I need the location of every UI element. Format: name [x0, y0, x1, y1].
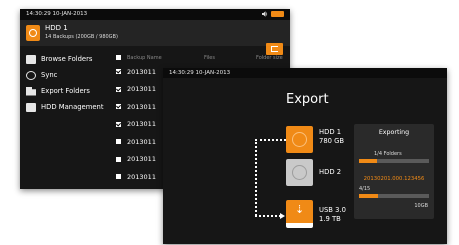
panel-title: Exporting [378, 129, 410, 136]
row-checkbox[interactable] [116, 69, 121, 75]
hdd-header[interactable]: HDD 1 14 Backups (200GB / 980GB) [20, 20, 290, 46]
files-progress-bar [359, 194, 429, 198]
transfer-path-line [255, 215, 281, 217]
transfer-path-line [255, 139, 286, 141]
status-time: 14:30:29 10-JAN-2013 [26, 11, 88, 17]
device-name: HDD 2 [319, 168, 342, 176]
menu-item-label: HDD Management [41, 103, 104, 111]
backup-name: 2013011 [127, 85, 156, 94]
export-folder-icon [26, 86, 36, 96]
usb-icon: ⇣ [295, 203, 305, 216]
folders-progress-text: 1/4 Folders [374, 151, 402, 157]
menu-item-browse-folders[interactable]: Browse Folders [26, 51, 110, 67]
folder-icon [26, 54, 36, 64]
column-header-name: Backup Name [127, 54, 162, 61]
hdd-name: HDD 1 [45, 24, 68, 32]
device-name: USB 3.0 [319, 206, 346, 214]
device-hdd2-button[interactable] [286, 159, 313, 186]
backup-name: 2013011 [127, 155, 156, 164]
sync-icon [26, 70, 36, 80]
status-bar: 14:30:29 10-JAN-2013 [20, 9, 290, 20]
menu-item-label: Sync [41, 71, 58, 79]
transfer-arrow-icon [280, 213, 285, 219]
battery-icon [271, 11, 284, 17]
row-checkbox[interactable] [116, 121, 121, 127]
hdd-icon [26, 102, 36, 112]
backup-name: 2013011 [127, 67, 156, 76]
transfer-path-line [255, 139, 257, 216]
row-checkbox[interactable] [116, 156, 121, 162]
select-all-checkbox[interactable] [116, 55, 121, 60]
device-hdd1-button[interactable] [286, 126, 313, 153]
menu-item-label: Browse Folders [41, 55, 93, 63]
status-bar: 14:30:29 10-JAN-2013 [163, 68, 447, 78]
column-header-files: Files [204, 54, 215, 61]
column-header-size: Folder size [256, 54, 283, 61]
main-menu: Browse Folders Sync Export Folders HDD M… [26, 51, 110, 115]
row-checkbox[interactable] [116, 86, 121, 92]
menu-item-sync[interactable]: Sync [26, 67, 110, 83]
hdd-icon [26, 25, 40, 41]
backup-name: 2013011 [127, 102, 156, 111]
row-checkbox[interactable] [116, 174, 121, 180]
row-checkbox[interactable] [116, 104, 121, 110]
menu-item-label: Export Folders [41, 87, 90, 95]
export-window: 14:30:29 10-JAN-2013 Export HDD 1 780 GB… [163, 68, 447, 244]
status-time: 14:30:29 10-JAN-2013 [169, 70, 231, 76]
row-checkbox[interactable] [116, 139, 121, 145]
progress-fill [359, 159, 377, 163]
device-hdd2-label: HDD 2 [319, 168, 341, 177]
backup-name: 2013011 [127, 120, 156, 129]
device-name: HDD 1 [319, 128, 342, 136]
device-usb-label: USB 3.0 1.9 TB [319, 206, 346, 224]
device-size: 780 GB [319, 137, 345, 145]
list-header: Backup Name Files Folder size [116, 52, 286, 63]
export-progress-panel: Exporting 1/4 Folders 20130201.000.12345… [354, 124, 434, 219]
device-size: 1.9 TB [319, 215, 341, 223]
hdd-disk-icon [292, 132, 307, 147]
backup-name: 2013011 [127, 137, 156, 146]
device-usb-button[interactable]: ⇣ [286, 200, 313, 228]
progress-fill [359, 194, 378, 198]
menu-item-hdd-management[interactable]: HDD Management [26, 99, 110, 115]
page-title: Export [286, 92, 329, 107]
folders-progress-bar [359, 159, 429, 163]
menu-item-export-folders[interactable]: Export Folders [26, 83, 110, 99]
hdd-disk-icon [292, 165, 307, 180]
backup-name: 2013011 [127, 172, 156, 181]
speaker-icon[interactable] [262, 11, 268, 17]
files-count: 4/15 [359, 186, 371, 192]
export-size: 10GB [414, 203, 428, 209]
device-hdd1-label: HDD 1 780 GB [319, 128, 344, 146]
hdd-usage: 14 Backups (200GB / 980GB) [45, 34, 118, 40]
current-item: 20130201.000.123456 [363, 176, 425, 182]
